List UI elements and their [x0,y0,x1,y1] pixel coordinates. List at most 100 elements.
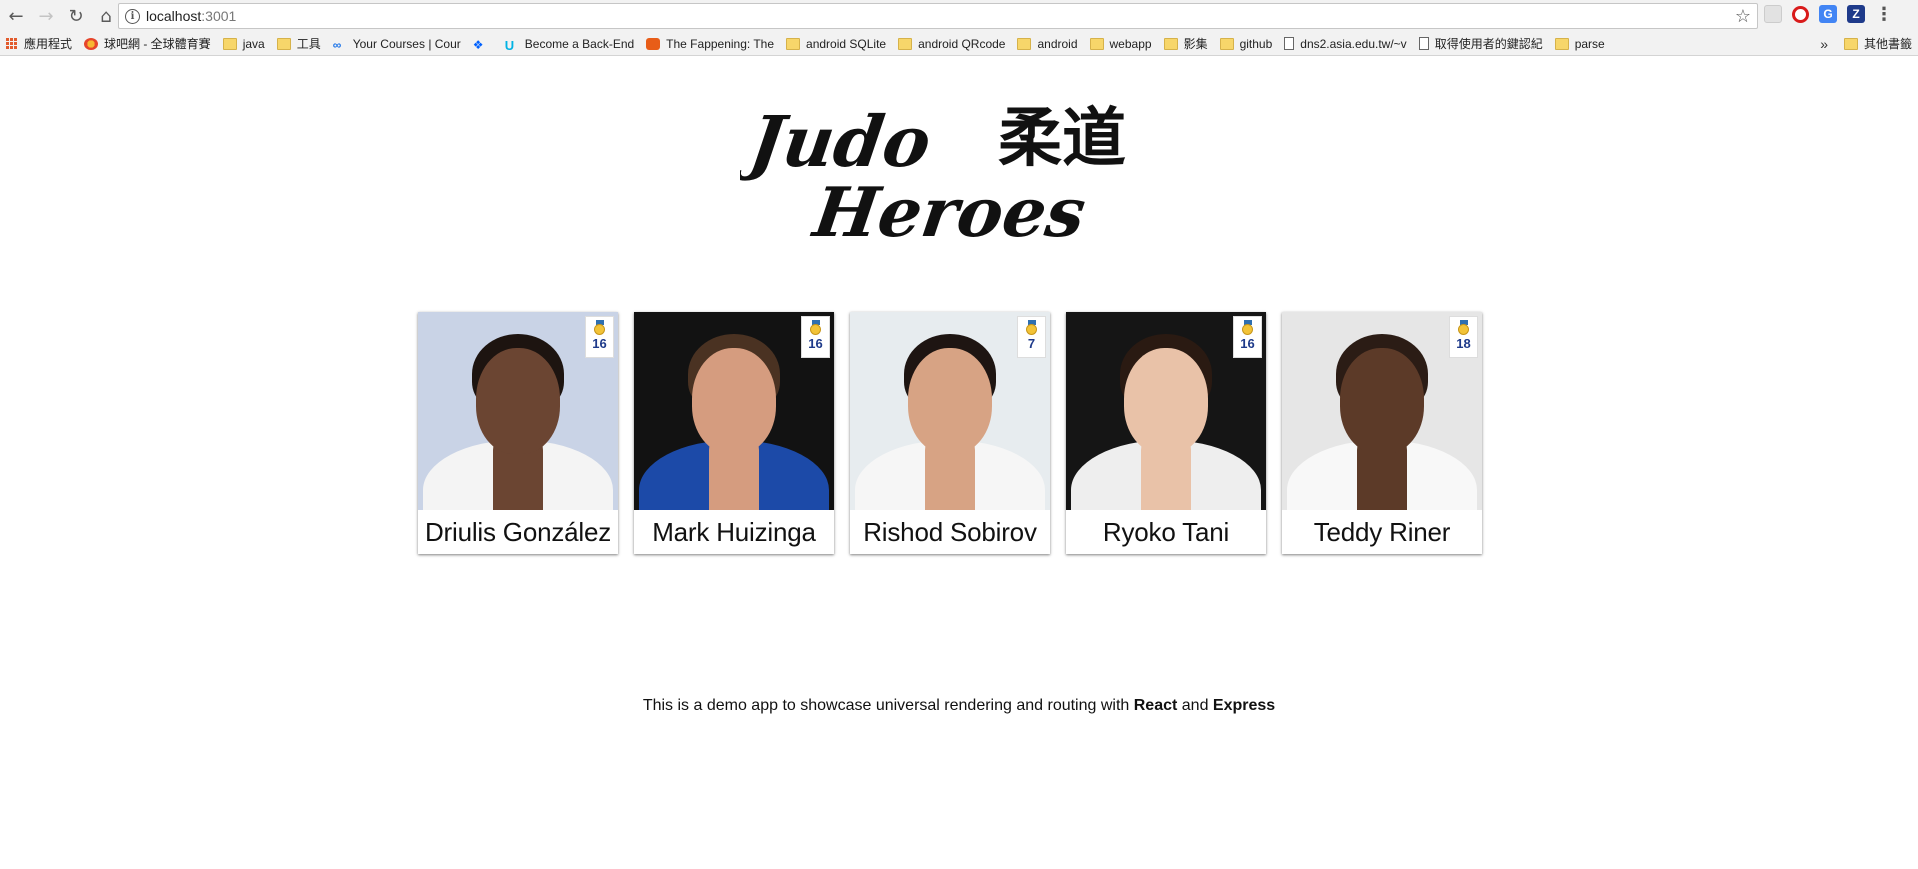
medal-icon [1242,324,1253,335]
athlete-photo: 7 [850,312,1050,510]
folder-icon [1089,37,1104,50]
footer-and: and [1177,697,1213,714]
bookmark-label: The Fappening: The [666,36,775,51]
medal-badge: 18 [1449,316,1478,358]
home-icon[interactable]: ⌂ [92,2,120,30]
bookmark-label: java [242,36,265,51]
folder-icon [1219,37,1234,50]
logo-judo-text: Judo [740,100,936,183]
bookmark-label: 球吧網 - 全球體育賽 [104,37,211,51]
folder-icon [1843,37,1858,50]
bookmark-item[interactable]: ❖ [467,32,499,55]
folder-icon [1554,37,1569,50]
extension-icons: G Z ⋮ [1764,5,1893,23]
ball-icon [84,37,99,50]
athlete-name: Mark Huizinga [652,516,816,547]
bookmark-label: Your Courses | Cour [352,36,461,51]
reload-icon[interactable]: ↻ [62,2,90,30]
bookmark-label: android QRcode [918,36,1006,51]
athlete-photo: 16 [418,312,618,510]
bookmark-item[interactable]: webapp [1084,32,1158,55]
bookmark-label: 影集 [1183,37,1208,51]
bookmark-item[interactable]: 應用程式 [0,32,78,55]
folder-icon [898,37,913,50]
athlete-photo: 18 [1282,312,1482,510]
logo-svg: Judo 柔道 Heroes [733,100,1126,253]
medal-count: 16 [808,336,823,351]
medal-count: 7 [1027,336,1036,351]
medal-badge: 16 [801,316,830,358]
bookmark-label: parse [1574,36,1605,51]
medal-count: 18 [1456,336,1471,351]
bookmark-item[interactable]: 影集 [1158,32,1214,55]
folder-icon [1017,37,1032,50]
footer-react: React [1133,697,1178,714]
address-bar[interactable]: i localhost:3001 ☆ [118,3,1758,29]
info-icon[interactable]: i [125,8,140,24]
bookmark-label: 取得使用者的鍵認紀 [1434,37,1543,51]
medal-badge: 7 [1017,316,1046,358]
page-icon [1284,37,1295,50]
athlete-card[interactable]: 16 Driulis González [418,312,618,554]
bookmark-label: android [1037,36,1078,51]
bookmark-item[interactable]: android [1011,32,1083,55]
bookmark-item[interactable]: ∞ Your Courses | Cour [327,32,467,55]
bookmark-item[interactable]: U Become a Back-End [499,32,640,55]
folder-icon [276,37,291,50]
bookmark-item[interactable]: android SQLite [780,32,892,55]
medal-badge: 16 [585,316,614,358]
extension-gray-icon[interactable] [1764,5,1782,23]
bookmark-label: github [1239,36,1273,51]
athlete-name: Rishod Sobirov [863,516,1037,547]
footer-text: This is a demo app to showcase universal… [0,697,1918,715]
logo-heroes-text: Heroes [807,173,1090,248]
bookmark-item[interactable]: dns2.asia.edu.tw/~v [1278,32,1412,55]
athlete-card[interactable]: 16 Mark Huizinga [634,312,834,554]
zotero-icon[interactable]: Z [1847,5,1865,23]
athlete-card[interactable]: 7 Rishod Sobirov [850,312,1050,554]
bookmark-item[interactable]: 工具 [271,32,327,55]
medal-icon [810,324,821,335]
athlete-name: Driulis González [424,516,612,547]
fap-icon [646,37,661,50]
bookmark-item[interactable]: android QRcode [892,32,1011,55]
forward-icon[interactable]: → [32,2,60,30]
athlete-name: Ryoko Tani [1102,516,1230,547]
athlete-name: Teddy Riner [1313,516,1451,547]
bookmark-list: 應用程式 球吧網 - 全球體育賽 java 工具 ∞ Your Courses | Cou… [0,32,1611,55]
medal-badge: 16 [1233,316,1262,358]
logo-kanji-text: 柔道 [998,102,1126,176]
link-icon: ∞ [332,37,342,52]
bookmark-label: dns2.asia.edu.tw/~v [1300,36,1407,51]
athletes-grid: 16 Driulis González 16 Mark Huizinga 7 Rishod… [418,312,1482,554]
menu-dots-icon[interactable]: ⋮ [1875,5,1893,23]
url-text[interactable]: localhost:3001 [146,8,236,24]
other-bookmarks[interactable]: 其他書籤 [1838,32,1918,55]
bookmark-star-icon[interactable]: ☆ [1735,6,1751,27]
bookmark-item[interactable]: parse [1549,32,1611,55]
judo-heroes-logo[interactable]: Judo 柔道 Heroes [733,88,1180,253]
browser-toolbar: ← → ↻ ⌂ i localhost:3001 ☆ G Z ⋮ [0,0,1918,32]
bookmark-item[interactable]: java [217,32,271,55]
bookmark-item[interactable]: github [1214,32,1279,55]
url-host: localhost [146,8,202,24]
bookmark-item[interactable]: 球吧網 - 全球體育賽 [78,32,217,55]
opera-icon[interactable] [1792,5,1809,23]
apps-icon [6,37,18,50]
bookmark-item[interactable]: The Fappening: The [640,32,780,55]
udacity-icon: U [504,37,515,53]
bookmark-item[interactable]: 取得使用者的鍵認紀 [1413,32,1549,55]
translate-icon[interactable]: G [1819,5,1837,23]
dropbox-icon: ❖ [472,37,484,52]
folder-icon [786,37,801,50]
bookmarks-overflow-chevron[interactable]: » [1810,36,1838,52]
back-icon[interactable]: ← [2,2,30,30]
url-port: :3001 [201,8,237,24]
medal-icon [594,324,605,335]
athlete-card[interactable]: 16 Ryoko Tani [1066,312,1266,554]
bookmark-label: Become a Back-End [524,36,635,51]
medal-icon [1458,324,1469,335]
athlete-photo: 16 [634,312,834,510]
bookmark-label: android SQLite [806,36,887,51]
athlete-card[interactable]: 18 Teddy Riner [1282,312,1482,554]
